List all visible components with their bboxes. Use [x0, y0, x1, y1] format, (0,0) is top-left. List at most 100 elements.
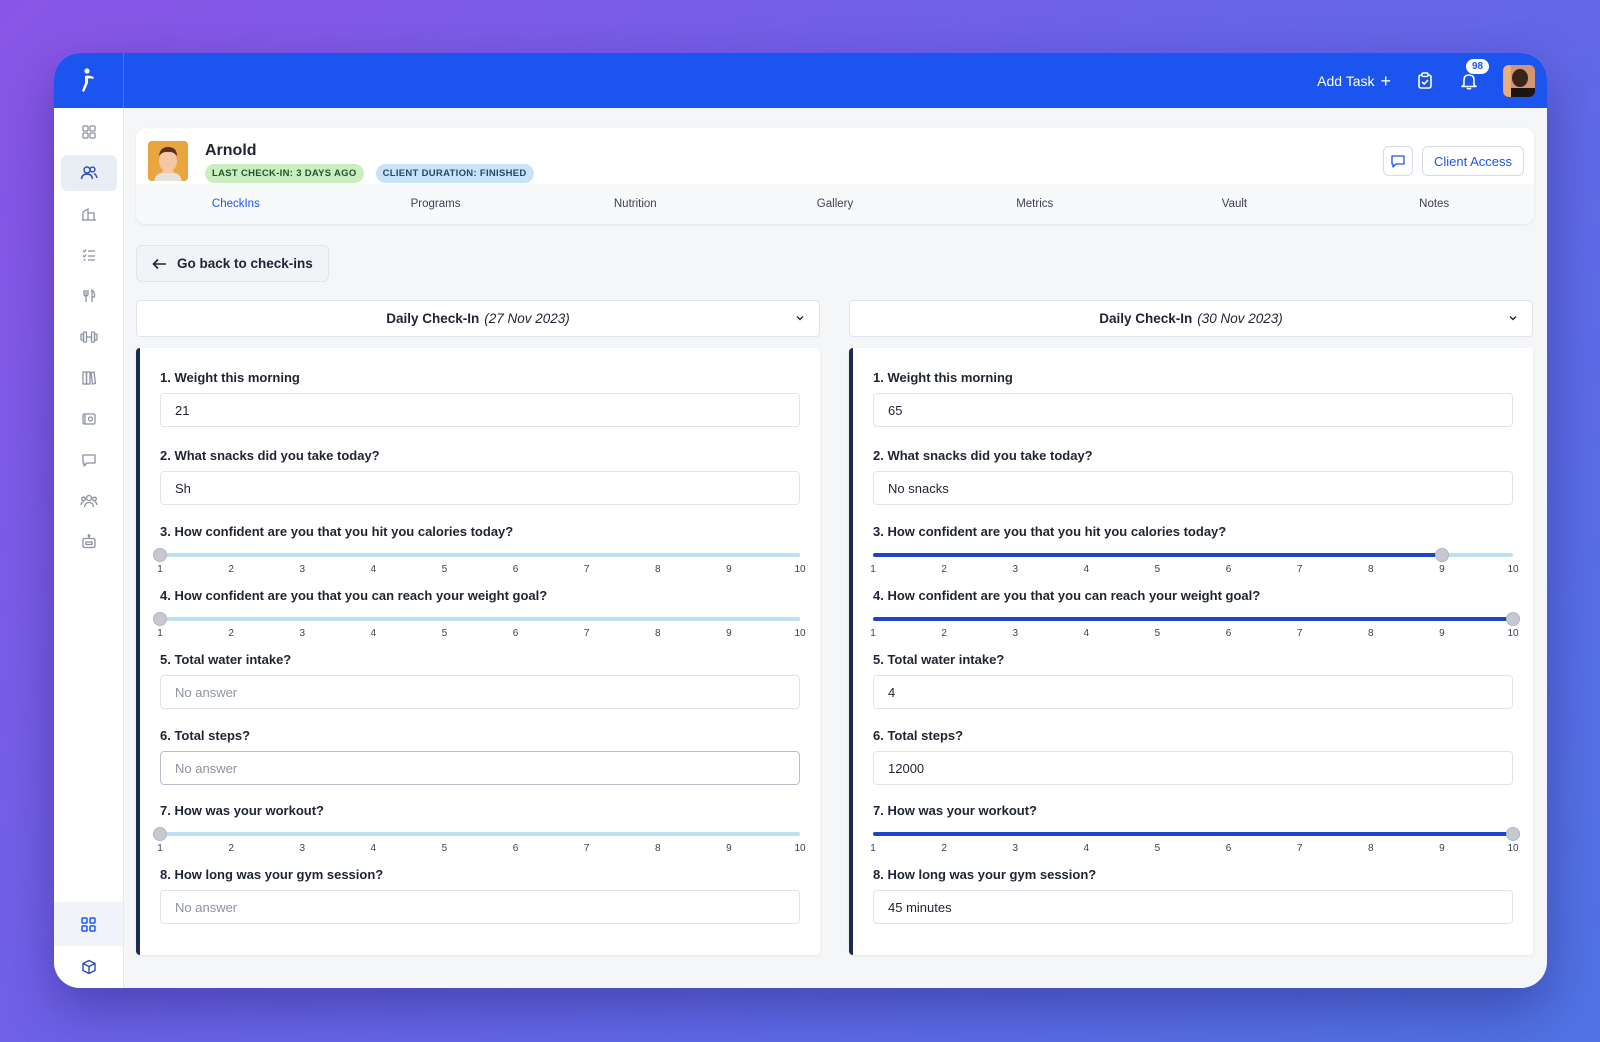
sidebar-item-workouts[interactable] [61, 319, 117, 355]
answer-field[interactable]: No answer [160, 890, 800, 924]
plus-icon: + [1380, 70, 1391, 91]
question-calories-confidence: 3. How confident are you that you hit yo… [870, 524, 1519, 576]
question-label: 7. How was your workout? [160, 803, 324, 818]
question-label: 2. What snacks did you take today? [873, 448, 1093, 463]
tick-label: 4 [1083, 843, 1090, 854]
sidebar-item-dashboard[interactable] [61, 114, 117, 150]
rating-slider[interactable]: 1 2 3 4 5 6 7 8 9 10 [153, 827, 806, 855]
app-logo[interactable] [54, 53, 124, 108]
sidebar-item-automation[interactable] [61, 524, 117, 560]
slider-track[interactable] [160, 617, 800, 621]
answer-field[interactable]: 65 [873, 393, 1513, 427]
answer-field[interactable]: No snacks [873, 471, 1513, 505]
message-client-button[interactable] [1383, 146, 1413, 176]
answer-field[interactable]: No answer [160, 675, 800, 709]
slider-track[interactable] [160, 832, 800, 836]
client-access-button[interactable]: Client Access [1421, 146, 1524, 176]
tick-label: 1 [870, 564, 876, 575]
slider-thumb[interactable] [1434, 548, 1449, 562]
tick-label: 5 [441, 628, 448, 639]
answer-field[interactable]: 45 minutes [873, 890, 1513, 924]
checklist-icon [82, 249, 95, 261]
sidebar-item-tasks[interactable] [61, 237, 117, 273]
tick-label: 6 [512, 564, 519, 575]
tick-label: 3 [1012, 564, 1018, 575]
question-goal-confidence: 4. How confident are you that you can re… [153, 588, 806, 640]
sidebar-item-apps[interactable] [54, 902, 123, 946]
tab-nutrition[interactable]: Nutrition [535, 184, 735, 224]
question-label: 5. Total water intake? [873, 652, 1005, 667]
slider-track[interactable] [160, 553, 800, 557]
add-task-button[interactable]: Add Task + [1317, 70, 1391, 91]
client-duration-badge: CLIENT DURATION: FINISHED [375, 164, 534, 183]
sidebar-item-payments[interactable] [61, 401, 117, 437]
tick-label: 5 [1154, 628, 1161, 639]
slider-thumb[interactable] [153, 827, 167, 841]
rating-slider[interactable]: 1 2 3 4 5 6 7 8 9 10 [870, 827, 1520, 855]
tick-label: 3 [299, 843, 305, 854]
client-name: Arnold [205, 142, 257, 159]
back-to-checkins-button[interactable]: Go back to check-ins [136, 245, 329, 282]
notification-bell[interactable]: 98 [1459, 57, 1491, 91]
rating-slider[interactable]: 1 2 3 4 5 6 7 8 9 10 [870, 612, 1520, 640]
tick-label: 4 [1083, 564, 1090, 575]
tab-notes[interactable]: Notes [1334, 184, 1534, 224]
tick-label: 2 [941, 843, 947, 854]
sidebar-item-business[interactable] [61, 196, 117, 232]
answer-field[interactable]: Sh [160, 471, 800, 505]
slider-thumb[interactable] [1506, 827, 1520, 841]
question-workout: 7. How was your workout? 1 2 3 4 5 6 7 8 9 10 [870, 803, 1520, 855]
tick-label: 4 [1083, 628, 1090, 639]
chevron-down-icon [1509, 316, 1517, 321]
sidebar-item-clients[interactable] [61, 155, 117, 191]
tab-checkins[interactable]: CheckIns [136, 184, 336, 224]
main-content: Arnold LAST CHECK-IN: 3 DAYS AGO CLIENT … [124, 108, 1547, 988]
tab-gallery[interactable]: Gallery [735, 184, 935, 224]
question-label: 8. How long was your gym session? [873, 867, 1097, 882]
add-task-label: Add Task [1317, 72, 1375, 89]
tick-label: 5 [441, 843, 448, 854]
sidebar-item-nutrition[interactable] [61, 278, 117, 314]
tab-vault[interactable]: Vault [1135, 184, 1335, 224]
rating-slider[interactable]: 1 2 3 4 5 6 7 8 9 10 [153, 548, 806, 576]
checkin-column-left: Daily Check-In (27 Nov 2023) 1. Weight t… [136, 300, 820, 955]
rating-slider[interactable]: 1 2 3 4 5 6 7 8 9 10 [870, 548, 1519, 576]
user-avatar[interactable] [1503, 64, 1535, 97]
back-label: Go back to check-ins [177, 256, 313, 271]
dumbbell-icon [80, 331, 98, 343]
checkin-select-left[interactable]: Daily Check-In (27 Nov 2023) [136, 300, 820, 337]
tick-label: 6 [1225, 843, 1232, 854]
tick-label: 8 [654, 564, 661, 575]
answer-field[interactable]: 4 [873, 675, 1513, 709]
tick-label: 2 [228, 628, 234, 639]
tick-label: 5 [441, 564, 448, 575]
checkin-answers-left: 1. Weight this morning 21 2. What snacks d… [136, 348, 820, 955]
slider-thumb[interactable] [1506, 612, 1520, 626]
apps-icon [81, 916, 96, 932]
answer-field[interactable]: No answer [160, 751, 800, 785]
question-weight: 1. Weight this morning 65 [873, 370, 1513, 427]
tab-programs[interactable]: Programs [336, 184, 536, 224]
notification-count-badge: 98 [1465, 57, 1491, 75]
sidebar-item-library[interactable] [61, 360, 117, 396]
slider-thumb[interactable] [153, 548, 167, 562]
tick-label: 9 [726, 628, 732, 639]
tick-label: 8 [1367, 564, 1374, 575]
answer-field[interactable]: 21 [160, 393, 800, 427]
sidebar-item-team[interactable] [61, 483, 117, 519]
checkin-date: (30 Nov 2023) [1197, 311, 1283, 326]
rating-slider[interactable]: 1 2 3 4 5 6 7 8 9 10 [153, 612, 806, 640]
checkin-title: Daily Check-In [1099, 311, 1193, 326]
tick-label: 3 [299, 628, 305, 639]
sidebar-item-packages[interactable] [54, 946, 123, 988]
clipboard-check-icon[interactable] [1415, 71, 1435, 91]
slider-thumb[interactable] [153, 612, 167, 626]
client-tabs: CheckIns Programs Nutrition Gallery Metr… [136, 184, 1534, 224]
tab-metrics[interactable]: Metrics [935, 184, 1135, 224]
question-label: 4. How confident are you that you can re… [160, 588, 548, 603]
slider-ticks: 1 2 3 4 5 6 7 8 9 10 [157, 564, 805, 576]
answer-field[interactable]: 12000 [873, 751, 1513, 785]
sidebar-item-messages[interactable] [61, 442, 117, 478]
grid-icon [82, 125, 96, 139]
checkin-select-right[interactable]: Daily Check-In (30 Nov 2023) [849, 300, 1533, 337]
